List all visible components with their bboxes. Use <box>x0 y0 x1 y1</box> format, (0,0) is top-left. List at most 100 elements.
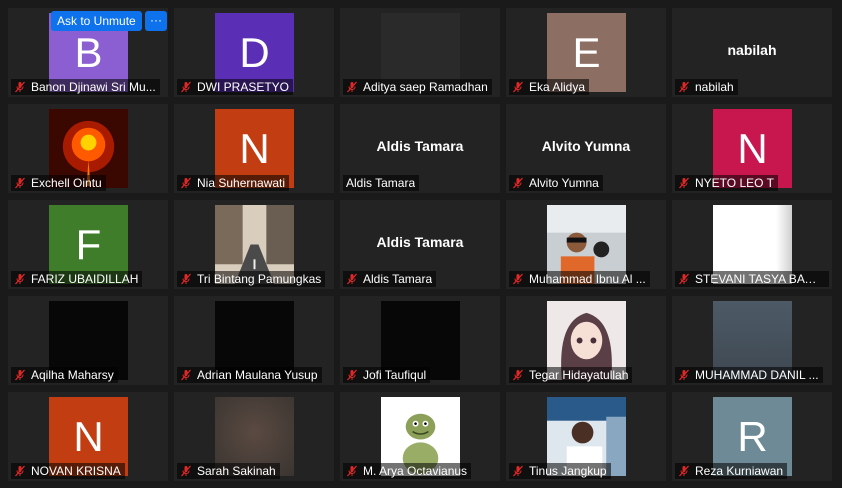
participant-tile[interactable]: N Nia Suhernawati <box>174 104 334 193</box>
participant-name: MUHAMMAD DANIL ... <box>695 368 819 382</box>
participant-name-label: STEVANI TASYA BAWA... <box>675 271 829 287</box>
participant-display-name: nabilah <box>727 42 777 58</box>
participant-tile[interactable]: Aldis Tamara Aldis Tamara <box>340 200 500 289</box>
participant-tile[interactable]: Aditya saep Ramadhan <box>340 8 500 97</box>
participant-name-label: Tegar Hidayatullah <box>509 367 633 383</box>
participant-name-label: Jofi Taufiqul <box>343 367 431 383</box>
participant-tile[interactable]: STEVANI TASYA BAWA... <box>672 200 832 289</box>
participant-name: Jofi Taufiqul <box>363 368 427 382</box>
participant-name-label: Exchell Ointu <box>11 175 106 191</box>
mic-muted-icon <box>180 177 192 189</box>
more-options-button[interactable]: ··· <box>145 11 167 31</box>
participant-name-label: Adrian Maulana Yusup <box>177 367 322 383</box>
participant-name-label: Aqilha Maharsy <box>11 367 118 383</box>
participant-name-label: Tinus Jangkup <box>509 463 611 479</box>
mic-muted-icon <box>14 273 26 285</box>
participant-display-name: Aldis Tamara <box>376 234 464 250</box>
mic-muted-icon <box>14 177 26 189</box>
mic-muted-icon <box>512 273 524 285</box>
participant-name: Aditya saep Ramadhan <box>363 80 488 94</box>
participant-name-label: Eka Alidya <box>509 79 590 95</box>
participant-name: Aqilha Maharsy <box>31 368 114 382</box>
participant-name: Tegar Hidayatullah <box>529 368 629 382</box>
participant-tile[interactable]: Aldis Tamara Aldis Tamara <box>340 104 500 193</box>
participant-tile[interactable]: N NOVAN KRISNA <box>8 392 168 481</box>
participant-tile[interactable]: Tegar Hidayatullah <box>506 296 666 385</box>
mic-muted-icon <box>180 369 192 381</box>
participant-tile[interactable]: N NYETO LEO T <box>672 104 832 193</box>
participant-name-label: FARIZ UBAIDILLAH <box>11 271 143 287</box>
participant-name: Alvito Yumna <box>529 176 599 190</box>
participant-name-label: nabilah <box>675 79 738 95</box>
participant-tile[interactable]: Adrian Maulana Yusup <box>174 296 334 385</box>
participant-tile[interactable]: R Reza Kurniawan <box>672 392 832 481</box>
participant-tile[interactable]: Jofi Taufiqul <box>340 296 500 385</box>
participant-name: Aldis Tamara <box>363 272 433 286</box>
participant-tile[interactable]: F FARIZ UBAIDILLAH <box>8 200 168 289</box>
participant-name: Muhammad Ibnu Al ... <box>529 272 646 286</box>
mic-muted-icon <box>512 369 524 381</box>
participant-name: Banon Djinawi Sri Mu... <box>31 80 156 94</box>
participant-name: FARIZ UBAIDILLAH <box>31 272 139 286</box>
participant-tile[interactable]: M. Arya Octavianus <box>340 392 500 481</box>
participant-display-name: Aldis Tamara <box>376 138 464 154</box>
mic-muted-icon <box>14 465 26 477</box>
mic-muted-icon <box>180 465 192 477</box>
mic-muted-icon <box>346 273 358 285</box>
participant-name-label: M. Arya Octavianus <box>343 463 472 479</box>
participant-name: M. Arya Octavianus <box>363 464 468 478</box>
participant-tile[interactable]: E Eka Alidya <box>506 8 666 97</box>
participant-grid: B Banon Djinawi Sri Mu... D DWI PRASETYO … <box>0 0 842 488</box>
participant-name: NOVAN KRISNA <box>31 464 121 478</box>
participant-name-label: NOVAN KRISNA <box>11 463 125 479</box>
participant-name: Nia Suhernawati <box>197 176 286 190</box>
participant-name: Adrian Maulana Yusup <box>197 368 318 382</box>
mic-muted-icon <box>346 465 358 477</box>
participant-name: Exchell Ointu <box>31 176 102 190</box>
participant-tile[interactable]: Tri Bintang Pamungkas <box>174 200 334 289</box>
participant-name: STEVANI TASYA BAWA... <box>695 272 825 286</box>
participant-name-label: Aditya saep Ramadhan <box>343 79 492 95</box>
mic-muted-icon <box>678 177 690 189</box>
participant-name-label: DWI PRASETYO <box>177 79 294 95</box>
participant-name: DWI PRASETYO <box>197 80 290 94</box>
participant-name-label: Aldis Tamara <box>343 271 437 287</box>
participant-name: NYETO LEO T <box>695 176 774 190</box>
participant-tile[interactable]: Tinus Jangkup <box>506 392 666 481</box>
participant-tile[interactable]: Muhammad Ibnu Al ... <box>506 200 666 289</box>
participant-tile[interactable]: Sarah Sakinah <box>174 392 334 481</box>
mic-muted-icon <box>180 81 192 93</box>
participant-tile[interactable]: nabilah nabilah <box>672 8 832 97</box>
mic-muted-icon <box>346 81 358 93</box>
participant-name: Eka Alidya <box>529 80 586 94</box>
participant-name: Tri Bintang Pamungkas <box>197 272 322 286</box>
participant-name-label: Alvito Yumna <box>509 175 603 191</box>
participant-name-label: Banon Djinawi Sri Mu... <box>11 79 160 95</box>
participant-tile[interactable]: Aqilha Maharsy <box>8 296 168 385</box>
participant-name: Reza Kurniawan <box>695 464 784 478</box>
mic-muted-icon <box>512 81 524 93</box>
mic-muted-icon <box>512 465 524 477</box>
mic-muted-icon <box>14 81 26 93</box>
participant-name-label: NYETO LEO T <box>675 175 778 191</box>
participant-name-label: Nia Suhernawati <box>177 175 290 191</box>
participant-display-name: Alvito Yumna <box>541 138 631 154</box>
participant-tile[interactable]: MUHAMMAD DANIL ... <box>672 296 832 385</box>
participant-tile[interactable]: D DWI PRASETYO <box>174 8 334 97</box>
participant-name: nabilah <box>695 80 734 94</box>
mic-muted-icon <box>678 465 690 477</box>
participant-name: Sarah Sakinah <box>197 464 276 478</box>
mic-muted-icon <box>678 369 690 381</box>
participant-name-label: Aldis Tamara <box>343 175 420 191</box>
participant-name: Aldis Tamara <box>346 176 416 190</box>
participant-tile[interactable]: Alvito Yumna Alvito Yumna <box>506 104 666 193</box>
participant-name: Tinus Jangkup <box>529 464 607 478</box>
mic-muted-icon <box>512 177 524 189</box>
mic-muted-icon <box>678 273 690 285</box>
mic-muted-icon <box>678 81 690 93</box>
mic-muted-icon <box>14 369 26 381</box>
ask-to-unmute-button[interactable]: Ask to Unmute <box>51 11 142 31</box>
participant-tile[interactable]: Exchell Ointu <box>8 104 168 193</box>
mic-muted-icon <box>180 273 192 285</box>
mic-muted-icon <box>346 369 358 381</box>
